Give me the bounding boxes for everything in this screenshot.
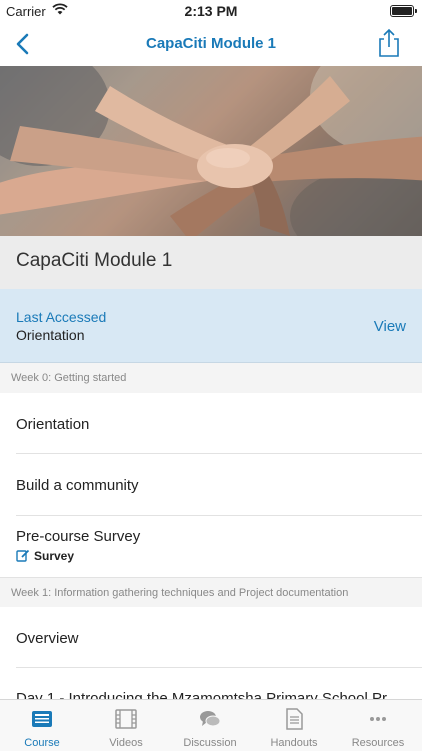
film-icon [115, 709, 137, 729]
tab-label: Videos [109, 737, 143, 749]
view-button[interactable]: View [374, 318, 406, 335]
tab-label: Resources [351, 737, 405, 749]
last-accessed-value: Orientation [16, 327, 85, 343]
list-item-title: Build a community [16, 477, 139, 494]
list-item-title: Day 1 - Introducing the Mzamomtsha Prima… [16, 690, 387, 699]
survey-label: Survey [34, 549, 75, 563]
last-accessed-label: Last Accessed [16, 309, 107, 325]
chat-bubbles-icon [200, 711, 221, 727]
tab-handouts[interactable]: Handouts [252, 700, 336, 751]
navigation-bar: CapaCiti Module 1 [0, 22, 422, 67]
course-icon [32, 711, 52, 727]
list-item-pre-course-survey[interactable]: Pre-course Survey Survey [0, 516, 422, 577]
list-item-day-1[interactable]: Day 1 - Introducing the Mzamomtsha Prima… [0, 668, 422, 699]
clock: 2:13 PM [184, 3, 238, 19]
last-accessed-panel[interactable]: Last Accessed Orientation View [0, 289, 422, 363]
status-bar: Carrier 2:13 PM [0, 0, 422, 22]
battery-icon [390, 5, 417, 17]
share-button[interactable] [376, 28, 402, 58]
more-dots-icon [370, 717, 386, 721]
tab-videos[interactable]: Videos [84, 700, 168, 751]
section-header: Week 1: Information gathering techniques… [0, 577, 422, 607]
nav-title: CapaCiti Module 1 [145, 35, 276, 52]
list-item-title: Pre-course Survey [16, 528, 141, 545]
list-item-orientation[interactable]: Orientation [0, 393, 422, 454]
course-title-bar: CapaCiti Module 1 [0, 236, 422, 289]
list-item-overview[interactable]: Overview [0, 607, 422, 668]
course-banner-image [0, 66, 422, 236]
course-title: CapaCiti Module 1 [16, 250, 173, 271]
document-icon [286, 708, 303, 730]
tab-label: Handouts [270, 737, 318, 749]
list-item-build-community[interactable]: Build a community [0, 454, 422, 516]
tab-resources[interactable]: Resources [336, 700, 420, 751]
tab-course[interactable]: Course [0, 700, 84, 751]
edit-survey-icon [16, 549, 30, 562]
list-item-title: Overview [16, 630, 79, 647]
share-icon [379, 28, 399, 57]
section-header: Week 0: Getting started [0, 363, 422, 393]
list-item-subtitle: Survey [16, 549, 74, 563]
tab-discussion[interactable]: Discussion [168, 700, 252, 751]
tab-label: Discussion [183, 737, 237, 749]
list-item-title: Orientation [16, 416, 90, 433]
tab-label: Course [24, 737, 60, 749]
tab-bar: Course Videos Discussion Handouts Resour… [0, 699, 422, 751]
